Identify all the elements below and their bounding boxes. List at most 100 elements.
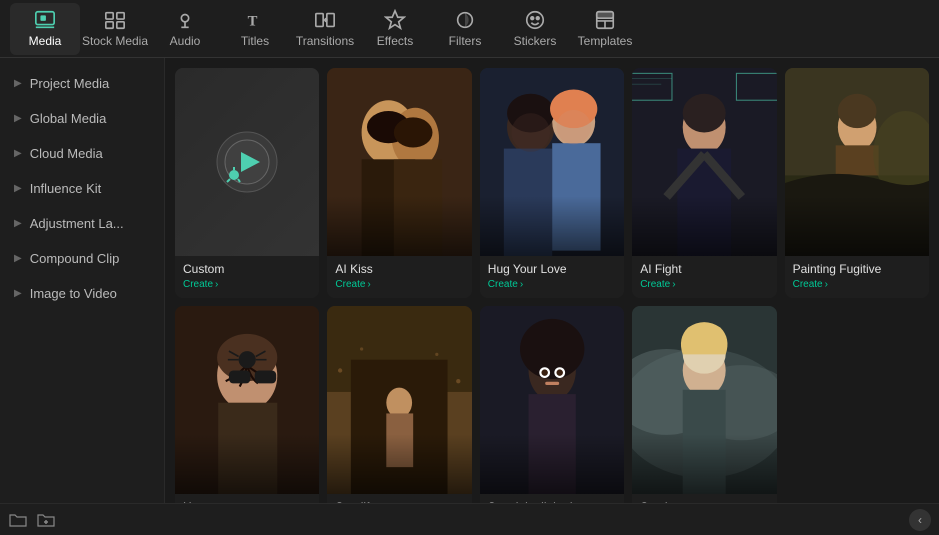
gradient-overlay bbox=[480, 196, 624, 256]
card-custom[interactable]: Custom Create › bbox=[175, 68, 319, 298]
ai-kiss-card-title: AI Kiss bbox=[335, 262, 463, 276]
sidebar-label-image-to-video: Image to Video bbox=[30, 286, 117, 301]
gradient-overlay bbox=[175, 434, 319, 494]
arrow-icon: ▶ bbox=[14, 78, 22, 89]
chevron-right-icon: › bbox=[215, 279, 218, 290]
chevron-right-icon: › bbox=[672, 279, 675, 290]
sidebar-label-global-media: Global Media bbox=[30, 111, 107, 126]
arrow-icon: ▶ bbox=[14, 253, 22, 264]
nav-label-stickers: Stickers bbox=[514, 34, 557, 48]
chevron-right-icon: › bbox=[825, 279, 828, 290]
stock-media-icon bbox=[104, 9, 126, 31]
arrow-icon: ▶ bbox=[14, 183, 22, 194]
hug-love-card-title: Hug Your Love bbox=[488, 262, 616, 276]
painting-card-title: Painting Fugitive bbox=[793, 262, 921, 276]
nav-item-audio[interactable]: Audio bbox=[150, 3, 220, 55]
gradient-overlay bbox=[632, 196, 776, 256]
titles-icon: T bbox=[244, 9, 266, 31]
ai-kiss-card-info: AI Kiss Create › bbox=[327, 256, 471, 298]
gradient-overlay bbox=[480, 434, 624, 494]
transitions-icon bbox=[314, 9, 336, 31]
filters-icon bbox=[454, 9, 476, 31]
effects-icon bbox=[384, 9, 406, 31]
media-icon bbox=[34, 9, 56, 31]
card-hug-your-love[interactable]: Hug Your Love Create › bbox=[480, 68, 624, 298]
chevron-right-icon: › bbox=[367, 279, 370, 290]
nav-item-titles[interactable]: T Titles bbox=[220, 3, 290, 55]
stickers-icon bbox=[524, 9, 546, 31]
ai-kiss-card-create[interactable]: Create › bbox=[335, 279, 463, 290]
hug-love-card-info: Hug Your Love Create › bbox=[480, 256, 624, 298]
card-horror[interactable]: Horror Create › bbox=[175, 306, 319, 503]
card-struck-by-lightning[interactable]: Struck by lightning Create › bbox=[480, 306, 624, 503]
nav-label-media: Media bbox=[29, 34, 62, 48]
nav-item-stickers[interactable]: Stickers bbox=[500, 3, 570, 55]
sidebar-item-influence-kit[interactable]: ▶ Influence Kit bbox=[0, 171, 164, 206]
custom-card-info: Custom Create › bbox=[175, 256, 319, 298]
arrow-icon: ▶ bbox=[14, 148, 22, 159]
gradient-overlay bbox=[327, 196, 471, 256]
sidebar-label-cloud-media: Cloud Media bbox=[30, 146, 103, 161]
ai-fight-card-info: AI Fight Create › bbox=[632, 256, 776, 298]
templates-icon bbox=[594, 9, 616, 31]
folder-icon[interactable] bbox=[8, 510, 28, 530]
sidebar-label-influence-kit: Influence Kit bbox=[30, 181, 102, 196]
nav-label-titles: Titles bbox=[241, 34, 269, 48]
sidebar-item-project-media[interactable]: ▶ Project Media bbox=[0, 66, 164, 101]
nav-label-effects: Effects bbox=[377, 34, 413, 48]
custom-card-title: Custom bbox=[183, 262, 311, 276]
smoke-card-title: Smoke escape bbox=[640, 500, 768, 503]
ai-fight-card-create[interactable]: Create › bbox=[640, 279, 768, 290]
ai-fight-image bbox=[632, 68, 776, 256]
nav-item-effects[interactable]: Effects bbox=[360, 3, 430, 55]
horror-card-title: Horror bbox=[183, 500, 311, 503]
painting-card-create[interactable]: Create › bbox=[793, 279, 921, 290]
arrow-icon: ▶ bbox=[14, 113, 22, 124]
custom-card-image bbox=[175, 68, 319, 256]
lightning-image bbox=[480, 306, 624, 494]
sidebar-item-image-to-video[interactable]: ▶ Image to Video bbox=[0, 276, 164, 311]
hug-love-card-create[interactable]: Create › bbox=[488, 279, 616, 290]
custom-card-create[interactable]: Create › bbox=[183, 279, 311, 290]
nav-label-transitions: Transitions bbox=[296, 34, 354, 48]
nav-label-templates: Templates bbox=[578, 34, 633, 48]
collapse-sidebar-button[interactable]: ‹ bbox=[909, 509, 931, 531]
nav-item-transitions[interactable]: Transitions bbox=[290, 3, 360, 55]
ai-kiss-image bbox=[327, 68, 471, 256]
main-area: ▶ Project Media ▶ Global Media ▶ Cloud M… bbox=[0, 58, 939, 503]
card-ai-fight[interactable]: AI Fight Create › bbox=[632, 68, 776, 298]
card-smoke-escape[interactable]: Smoke escape Create › bbox=[632, 306, 776, 503]
nav-item-media[interactable]: Media bbox=[10, 3, 80, 55]
nav-item-filters[interactable]: Filters bbox=[430, 3, 500, 55]
card-ai-kiss[interactable]: AI Kiss Create › bbox=[327, 68, 471, 298]
chevron-right-icon: › bbox=[520, 279, 523, 290]
bottom-bar: ‹ bbox=[0, 503, 939, 535]
sidebar-item-cloud-media[interactable]: ▶ Cloud Media bbox=[0, 136, 164, 171]
sidebar-label-compound-clip: Compound Clip bbox=[30, 251, 120, 266]
nav-item-templates[interactable]: Templates bbox=[570, 3, 640, 55]
new-folder-icon[interactable] bbox=[36, 510, 56, 530]
arrow-icon: ▶ bbox=[14, 218, 22, 229]
painting-card-info: Painting Fugitive Create › bbox=[785, 256, 929, 298]
nav-label-stock-media: Stock Media bbox=[82, 34, 148, 48]
nav-label-audio: Audio bbox=[170, 34, 201, 48]
card-sandify[interactable]: Sandify Create › bbox=[327, 306, 471, 503]
sidebar-label-project-media: Project Media bbox=[30, 76, 109, 91]
sandify-card-title: Sandify bbox=[335, 500, 463, 503]
svg-text:T: T bbox=[248, 14, 258, 30]
top-navigation: Media Stock Media Audio T bbox=[0, 0, 939, 58]
card-painting-fugitive[interactable]: Painting Fugitive Create › bbox=[785, 68, 929, 298]
content-grid: Custom Create › bbox=[165, 58, 939, 503]
sidebar-item-adjustment-layer[interactable]: ▶ Adjustment La... bbox=[0, 206, 164, 241]
audio-icon bbox=[174, 9, 196, 31]
lightning-card-info: Struck by lightning Create › bbox=[480, 494, 624, 503]
sidebar-label-adjustment-layer: Adjustment La... bbox=[30, 216, 124, 231]
painting-fugitive-image bbox=[785, 68, 929, 256]
horror-image bbox=[175, 306, 319, 494]
hug-your-love-image bbox=[480, 68, 624, 256]
sidebar-item-global-media[interactable]: ▶ Global Media bbox=[0, 101, 164, 136]
ai-fight-card-title: AI Fight bbox=[640, 262, 768, 276]
arrow-icon: ▶ bbox=[14, 288, 22, 299]
sidebar-item-compound-clip[interactable]: ▶ Compound Clip bbox=[0, 241, 164, 276]
nav-item-stock-media[interactable]: Stock Media bbox=[80, 3, 150, 55]
